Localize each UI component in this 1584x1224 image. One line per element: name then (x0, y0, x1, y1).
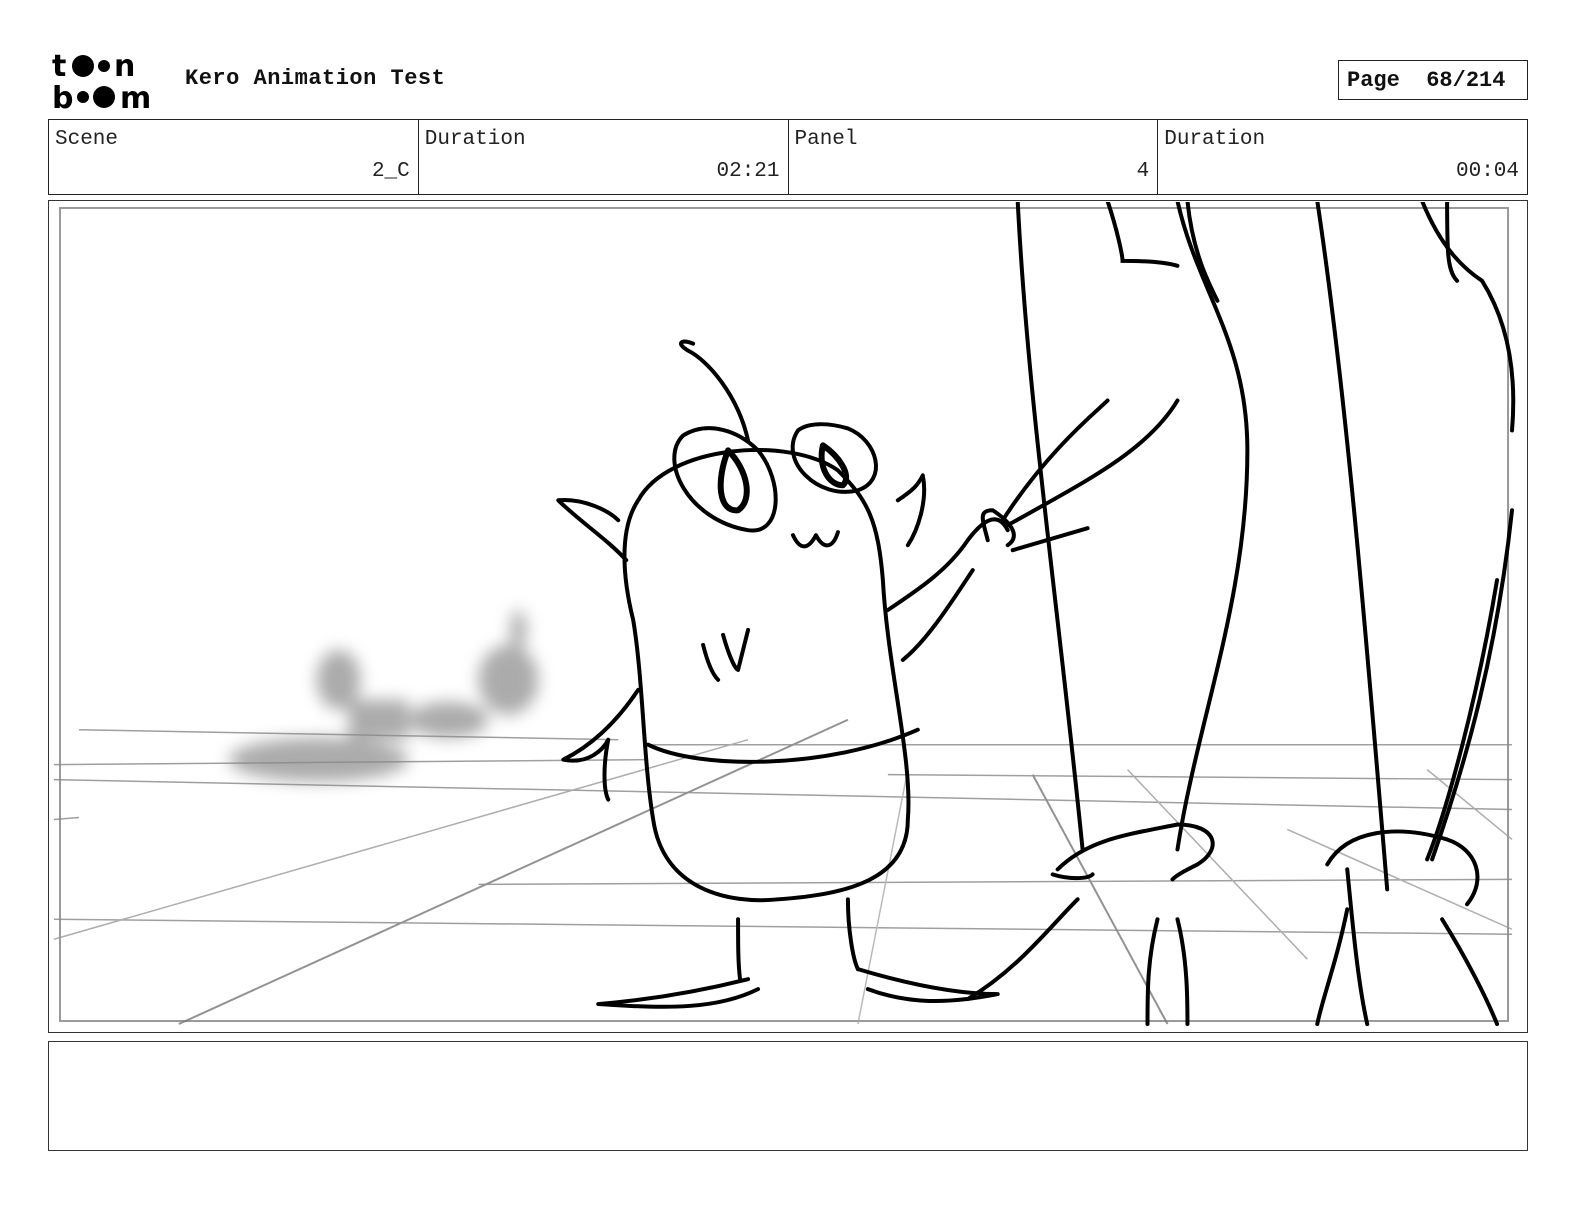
toonboom-logo: t n b m (52, 49, 164, 116)
project-title: Kero Animation Test (185, 66, 446, 91)
storyboard-panel (48, 200, 1528, 1033)
scene-cell: Scene 2_C (49, 120, 418, 194)
svg-text:m: m (120, 81, 151, 112)
tall-character-legs (965, 201, 1516, 1027)
panel-duration-value: 00:04 (1455, 160, 1519, 183)
kero-character (556, 339, 1016, 1009)
panel-value: 4 (1136, 160, 1150, 183)
panel-cell: Panel 4 (787, 120, 1158, 194)
panel-info-row: Scene 2_C Duration 02:21 Panel 4 Duratio… (48, 119, 1528, 195)
scene-value: 2_C (371, 160, 410, 183)
panel-duration-cell: Duration 00:04 (1157, 120, 1527, 194)
page-number: 68/214 (1426, 67, 1506, 93)
panel-notes-box (48, 1041, 1528, 1151)
svg-text:n: n (114, 50, 135, 84)
scene-duration-label: Duration (424, 128, 526, 151)
page-label: Page (1347, 67, 1400, 93)
panel-label: Panel (794, 128, 858, 151)
svg-text:t: t (52, 50, 66, 84)
scene-duration-cell: Duration 02:21 (417, 120, 788, 194)
scene-duration-value: 02:21 (716, 160, 780, 183)
svg-text:b: b (52, 81, 73, 112)
panel-sketch-image (53, 201, 1516, 1027)
scene-label: Scene (55, 128, 119, 151)
background-characters (228, 610, 539, 782)
panel-duration-label: Duration (1164, 128, 1266, 151)
page-indicator: Page 68/214 (1338, 60, 1528, 100)
